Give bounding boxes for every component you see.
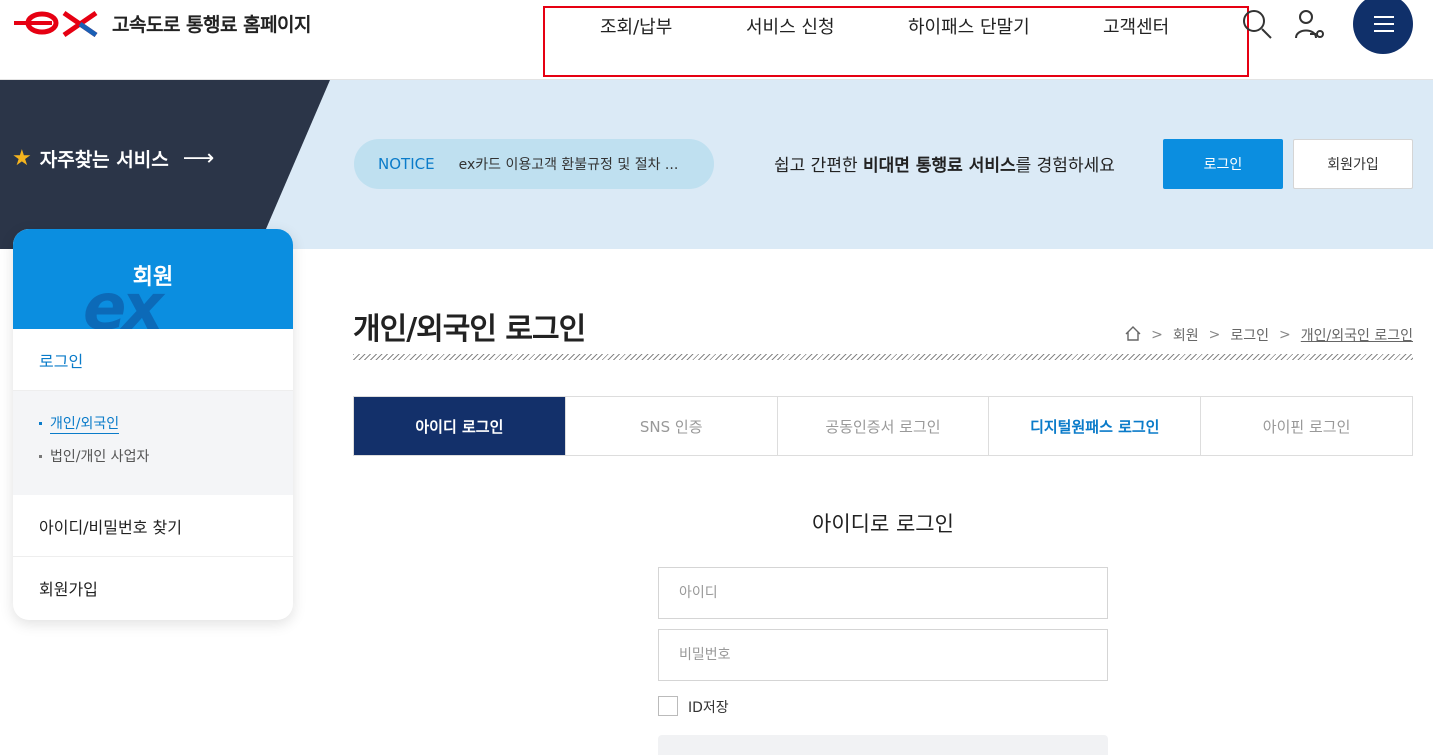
slogan-pre: 쉽고 간편한 [774,156,864,176]
submit-button[interactable] [658,735,1108,755]
header: 고속도로 통행료 홈페이지 조회/납부 서비스 신청 하이패스 단말기 고객센터 [0,0,1433,80]
breadcrumb-item[interactable]: 회원 [1173,325,1199,345]
join-button[interactable]: 회원가입 [1293,139,1413,189]
save-id-checkbox[interactable] [658,696,678,716]
sidebar-item-find-account[interactable]: 아이디/비밀번호 찾기 [13,495,293,557]
bullet-icon [39,454,42,458]
home-icon[interactable] [1125,325,1141,345]
sidebar-title: 회원 [132,265,174,290]
favorite-services-link[interactable]: ★ 자주찾는 서비스 ⟶ [12,145,214,172]
id-input[interactable] [658,567,1108,619]
page-title: 개인/외국인 로그인 [353,312,586,347]
breadcrumb: > 회원 > 로그인 > 개인/외국인 로그인 [1125,325,1413,345]
arrow-right-icon: ⟶ [182,146,215,171]
title-divider [353,354,1413,360]
sidebar-item-join[interactable]: 회원가입 [13,557,293,619]
tab-certificate-login[interactable]: 공동인증서 로그인 [776,397,989,455]
form-title: 아이디로 로그인 [812,512,954,536]
bullet-icon [39,422,42,425]
site-title: 고속도로 통행료 홈페이지 [112,13,312,36]
sidebar: ex 회원 로그인 개인/외국인 법인/개인 사업자 아이디/비밀번호 찾기 회… [13,229,293,620]
tab-sns-auth[interactable]: SNS 인증 [564,397,777,455]
hamburger-menu-button[interactable] [1353,0,1413,54]
sidebar-item-login[interactable]: 로그인 [13,329,293,391]
slogan-post: 를 경험하세요 [1015,156,1115,176]
save-id-label: ID저장 [688,700,729,716]
notice-text: ex카드 이용고객 환불규정 및 절차 ... [458,157,679,173]
notice-label: NOTICE [378,155,435,173]
nav-item-hipass-device[interactable]: 하이패스 단말기 [908,13,1030,39]
sidebar-submenu: 개인/외국인 법인/개인 사업자 [13,391,293,495]
nav-item-customer-center[interactable]: 고객센터 [1103,13,1169,39]
chevron-right-icon: > [1151,327,1163,343]
sidebar-subitem-personal[interactable]: 개인/외국인 [39,413,293,434]
logo[interactable]: 고속도로 통행료 홈페이지 [12,8,312,38]
slogan: 쉽고 간편한 비대면 통행료 서비스를 경험하세요 [774,151,1115,176]
search-icon[interactable] [1241,8,1273,44]
sidebar-header: ex 회원 [13,229,293,329]
star-icon: ★ [12,146,32,171]
nav-item-service-request[interactable]: 서비스 신청 [746,13,835,39]
breadcrumb-current[interactable]: 개인/외국인 로그인 [1301,325,1413,345]
sidebar-subitem-label: 개인/외국인 [50,413,120,434]
banner: ★ 자주찾는 서비스 ⟶ NOTICE ex카드 이용고객 환불규정 및 절차 … [0,80,1433,249]
login-button[interactable]: 로그인 [1163,139,1283,189]
favorite-services-label: 자주찾는 서비스 [39,149,169,171]
nav-item-inquiry-payment[interactable]: 조회/납부 [600,13,672,39]
password-input[interactable] [658,629,1108,681]
global-nav: 조회/납부 서비스 신청 하이패스 단말기 고객센터 [543,6,1249,77]
sidebar-subitem-label: 법인/개인 사업자 [50,449,150,465]
tab-ipin-login[interactable]: 아이핀 로그인 [1200,397,1412,455]
user-key-icon[interactable] [1294,8,1328,44]
tab-digital-onepass-login[interactable]: 디지털원패스 로그인 [988,397,1201,455]
notice-pill[interactable]: NOTICE ex카드 이용고객 환불규정 및 절차 ... [354,139,714,189]
sidebar-subitem-corporate[interactable]: 법인/개인 사업자 [39,446,293,466]
breadcrumb-item[interactable]: 로그인 [1230,325,1269,345]
tab-id-login[interactable]: 아이디 로그인 [354,397,565,455]
login-tabs: 아이디 로그인 SNS 인증 공동인증서 로그인 디지털원패스 로그인 아이핀 … [353,396,1413,456]
chevron-right-icon: > [1279,327,1291,343]
chevron-right-icon: > [1208,327,1221,343]
ex-logo-icon [14,10,98,38]
slogan-bold: 비대면 통행료 서비스 [863,156,1016,176]
